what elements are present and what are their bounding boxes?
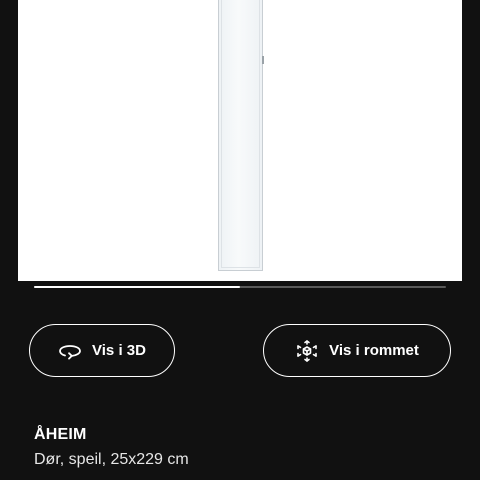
mirror-hinge: [262, 56, 264, 64]
ar-view-icon: [295, 339, 319, 363]
product-page: Vis i 3D Vis i rommet ÅHEIM Dør, speil, …: [0, 0, 480, 480]
product-image[interactable]: [18, 0, 462, 281]
view-3d-label: Vis i 3D: [92, 342, 146, 359]
view-in-room-label: Vis i rommet: [329, 342, 419, 359]
product-description: Dør, speil, 25x229 cm: [34, 451, 189, 468]
rotate-3d-icon: [58, 339, 82, 363]
gallery-progress-bar: [34, 286, 446, 288]
mirror-door-illustration: [218, 0, 264, 271]
gallery-progress-fill: [34, 286, 240, 288]
view-3d-button[interactable]: Vis i 3D: [29, 324, 175, 377]
view-in-room-button[interactable]: Vis i rommet: [263, 324, 451, 377]
mirror-glass: [221, 0, 260, 268]
product-name[interactable]: ÅHEIM: [34, 426, 87, 444]
